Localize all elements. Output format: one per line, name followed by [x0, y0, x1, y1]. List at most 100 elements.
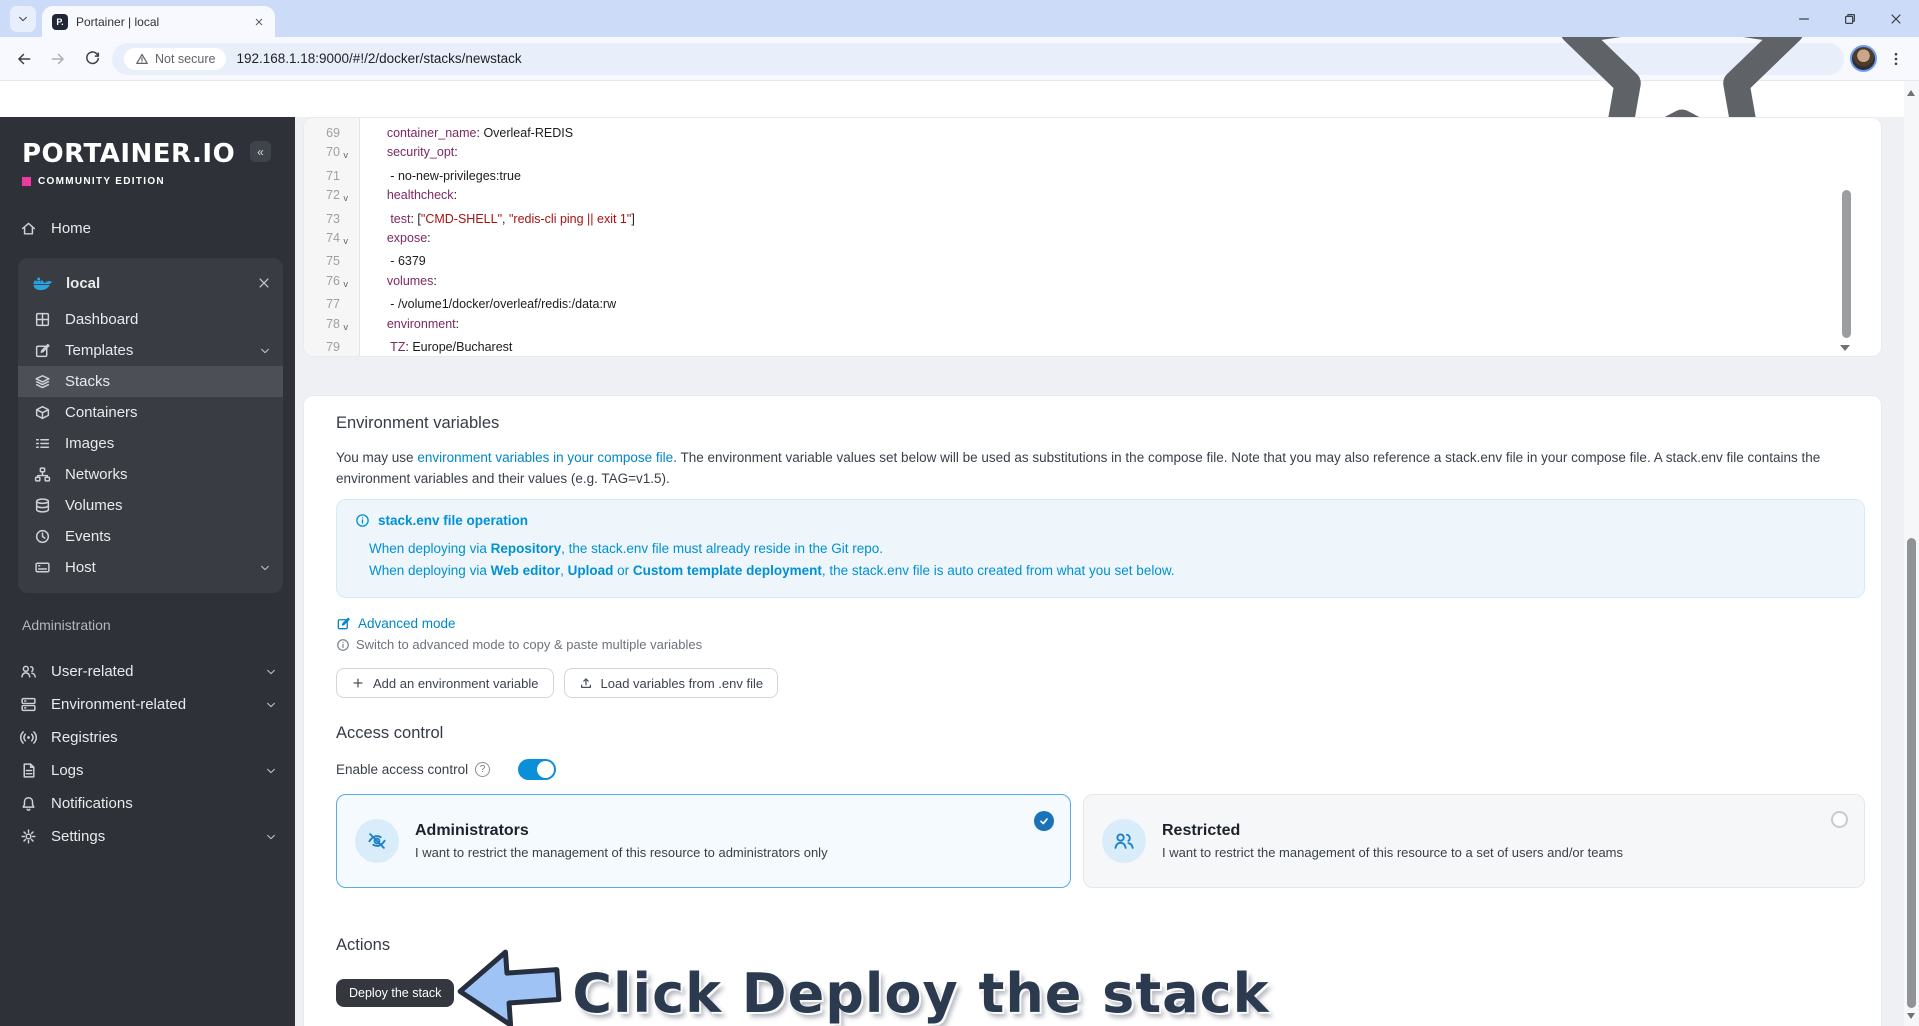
- sidebar-item-user-related[interactable]: User-related: [0, 655, 295, 688]
- plus-icon: [351, 676, 365, 690]
- compose-editor-card: 69 container_name: Overleaf-REDIS 70 v sec…: [303, 117, 1882, 357]
- fold-marker-empty: [340, 210, 354, 229]
- sidebar-item-volumes[interactable]: Volumes: [18, 490, 283, 521]
- restore-button[interactable]: [1827, 0, 1873, 37]
- tab-close-icon[interactable]: [250, 13, 267, 30]
- minimize-button[interactable]: [1781, 0, 1827, 37]
- sidebar-item-stacks[interactable]: Stacks: [18, 366, 283, 397]
- chevron-down-icon: [265, 699, 277, 711]
- sidebar-item-label: User-related: [51, 663, 134, 680]
- sidebar-item-containers[interactable]: Containers: [18, 397, 283, 428]
- users-icon: [1113, 830, 1135, 852]
- restricted-option-card[interactable]: Restricted I want to restrict the manage…: [1083, 794, 1865, 888]
- sidebar-item-settings[interactable]: Settings: [0, 820, 295, 853]
- code-line: 77 - /volume1/docker/overleaf/redis:/dat…: [304, 295, 1881, 314]
- sidebar-item-events[interactable]: Events: [18, 521, 283, 552]
- forward-button[interactable]: [44, 45, 72, 73]
- profile-avatar[interactable]: [1850, 45, 1877, 72]
- line-number: 75: [326, 254, 340, 269]
- load-env-file-button[interactable]: Load variables from .env file: [563, 668, 779, 698]
- back-button[interactable]: [10, 45, 38, 73]
- administrators-description: I want to restrict the management of thi…: [415, 845, 828, 860]
- fold-marker-icon[interactable]: v: [340, 186, 354, 209]
- chevron-down-icon: [259, 562, 271, 574]
- sidebar-item-registries[interactable]: Registries: [0, 721, 295, 754]
- code-line: 76 v volumes:: [304, 272, 1881, 295]
- not-secure-chip[interactable]: Not secure: [124, 47, 227, 70]
- enable-access-control-label: Enable access control ?: [336, 762, 491, 777]
- stackenv-info-title: stack.env file operation: [378, 513, 529, 528]
- eye-off-icon: [366, 830, 388, 852]
- fold-marker-icon[interactable]: v: [340, 143, 354, 166]
- code-text: TZ: Europe/Bucharest: [390, 340, 513, 355]
- scroll-up-icon[interactable]: [1907, 90, 1915, 96]
- browser-toolbar: Not secure 192.168.1.18:9000/#!/2/docker…: [0, 0, 1919, 171]
- sidebar-item-logs[interactable]: Logs: [0, 754, 295, 787]
- fold-marker-empty: [340, 167, 354, 186]
- db-icon: [34, 497, 51, 514]
- code-text: container_name: Overleaf-REDIS: [386, 126, 574, 140]
- docker-whale-icon: [32, 275, 54, 291]
- editor-scrollbar-thumb[interactable]: [1842, 190, 1851, 338]
- address-bar[interactable]: Not secure 192.168.1.18:9000/#!/2/docker…: [112, 0, 1844, 171]
- sidebar-item-label: Dashboard: [65, 311, 139, 328]
- tab-list-button[interactable]: [10, 6, 36, 32]
- close-window-button[interactable]: [1873, 0, 1919, 37]
- advanced-mode-label: Advanced mode: [358, 616, 456, 631]
- edit-icon: [336, 616, 351, 631]
- scroll-down-icon[interactable]: [1907, 1013, 1915, 1019]
- advanced-mode-link[interactable]: Advanced mode: [336, 616, 456, 631]
- access-control-toggle[interactable]: [518, 759, 557, 780]
- environment-header[interactable]: local: [18, 262, 283, 304]
- sidebar-item-dashboard[interactable]: Dashboard: [18, 304, 283, 335]
- host-icon: [34, 559, 51, 576]
- sidebar-item-environment-related[interactable]: Environment-related: [0, 688, 295, 721]
- sidebar-top-items: Home: [0, 213, 295, 244]
- environment-variables-heading: Environment variables: [336, 414, 500, 432]
- toggle-label-text: Enable access control: [336, 762, 469, 777]
- environment-name: local: [66, 274, 101, 292]
- fold-marker-icon[interactable]: v: [340, 229, 354, 252]
- sidebar-item-label: Stacks: [65, 373, 111, 390]
- add-env-variable-button[interactable]: Add an environment variable: [336, 668, 554, 698]
- sidebar-item-label: Volumes: [65, 497, 123, 514]
- browser-tab[interactable]: P. Portainer | local: [42, 6, 275, 37]
- page-scrollbar-thumb[interactable]: [1907, 538, 1916, 1008]
- environment-variables-description: You may use environment variables in you…: [336, 447, 1865, 489]
- compose-env-vars-link[interactable]: environment variables in your compose fi…: [417, 450, 673, 465]
- description-text: You may use: [336, 450, 418, 465]
- sidebar-item-networks[interactable]: Networks: [18, 459, 283, 490]
- administrators-title: Administrators: [415, 822, 529, 839]
- environment-close-icon[interactable]: [257, 276, 271, 290]
- sidebar-item-home[interactable]: Home: [0, 213, 295, 244]
- sidebar-item-label: Events: [65, 528, 111, 545]
- fold-marker-icon[interactable]: v: [340, 315, 354, 338]
- help-icon[interactable]: ?: [475, 762, 491, 777]
- editor-scroll-down-icon[interactable]: [1840, 345, 1850, 351]
- browser-menu-button[interactable]: [1883, 46, 1909, 72]
- sidebar-item-host[interactable]: Host: [18, 552, 283, 583]
- line-gutter: 70 v: [304, 143, 360, 166]
- code-line: 72 v healthcheck:: [304, 186, 1881, 209]
- line-number: 73: [326, 211, 340, 226]
- compose-editor[interactable]: 69 container_name: Overleaf-REDIS 70 v sec…: [304, 118, 1881, 356]
- fold-marker-icon[interactable]: v: [340, 272, 354, 295]
- sidebar-item-images[interactable]: Images: [18, 428, 283, 459]
- refresh-button[interactable]: [78, 45, 106, 73]
- code-line: 78 v environment:: [304, 315, 1881, 338]
- sidebar-item-templates[interactable]: Templates: [18, 335, 283, 366]
- advanced-mode-note: Switch to advanced mode to copy & paste …: [336, 637, 1865, 652]
- code-line: 75 - 6379: [304, 252, 1881, 271]
- sidebar-item-notifications[interactable]: Notifications: [0, 787, 295, 820]
- page-scrollbar[interactable]: [1904, 81, 1919, 1026]
- info-icon: [336, 638, 350, 652]
- line-gutter: 76 v: [304, 272, 360, 295]
- sidebar-collapse-button[interactable]: «: [250, 141, 271, 162]
- line-number: 74: [326, 231, 340, 246]
- deploy-the-stack-button[interactable]: Deploy the stack: [336, 979, 455, 1007]
- code-text: security_opt:: [386, 145, 458, 160]
- unselected-radio[interactable]: [1831, 811, 1848, 828]
- main-content: 69 container_name: Overleaf-REDIS 70 v sec…: [295, 117, 1919, 1026]
- administrators-option-card[interactable]: Administrators I want to restrict the ma…: [336, 794, 1071, 888]
- line-gutter: 78 v: [304, 315, 360, 338]
